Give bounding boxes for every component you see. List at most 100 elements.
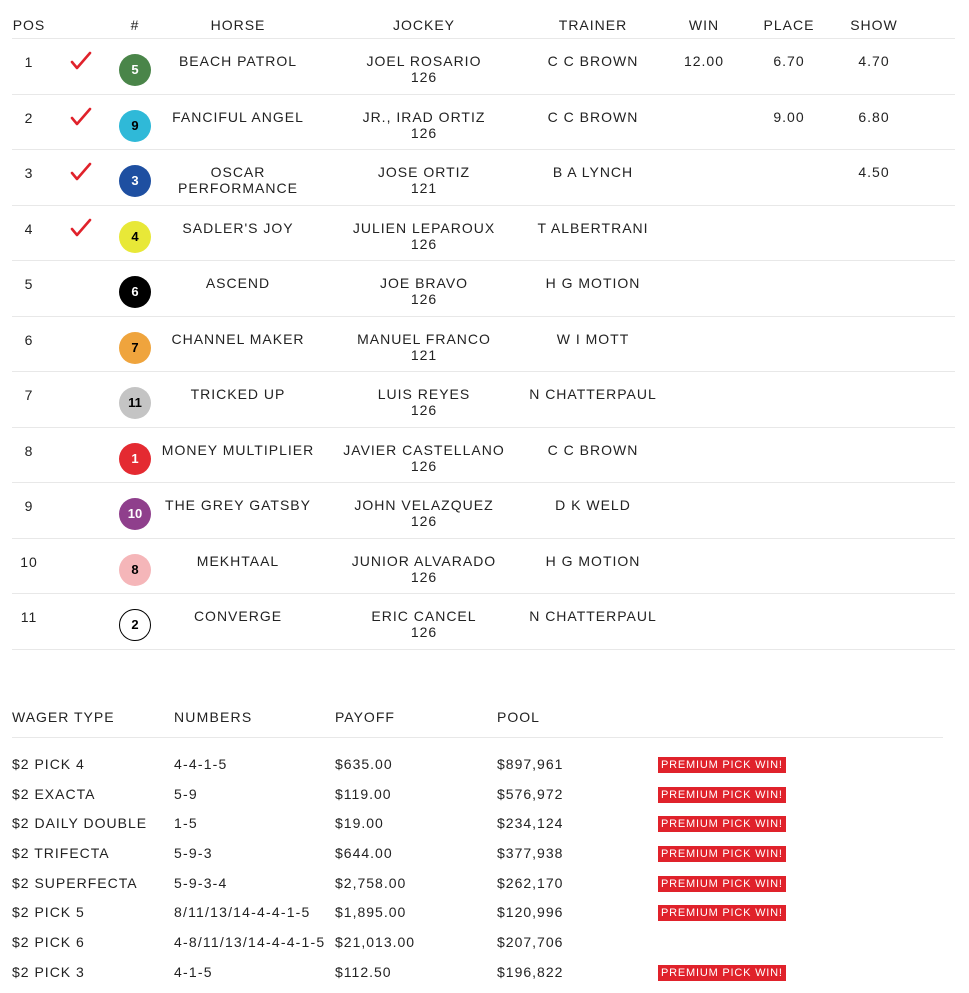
table-row[interactable]: 1 5 BEACH PATROL JOEL ROSARIO 126 C C BROWN 12… xyxy=(12,39,955,95)
premium-pick-badge[interactable]: PREMIUM PICK WIN! xyxy=(658,816,786,833)
horse-name[interactable]: FANCIFUL ANGEL xyxy=(154,95,322,125)
table-row[interactable]: 2 9 FANCIFUL ANGEL JR., IRAD ORTIZ 126 C C BR… xyxy=(12,95,955,150)
jockey-name[interactable]: MANUEL FRANCO xyxy=(322,331,526,347)
premium-pick-badge[interactable]: PREMIUM PICK WIN! xyxy=(658,964,786,981)
jockey-name[interactable]: LUIS REYES xyxy=(322,386,526,402)
jockey-cell: MANUEL FRANCO 121 xyxy=(322,317,526,363)
tag-cell: PREMIUM PICK WIN! xyxy=(658,874,943,892)
horse-name[interactable]: ASCEND xyxy=(154,261,322,291)
wager-numbers: 4-4-1-5 xyxy=(174,755,228,772)
jockey-name[interactable]: JOHN VELAZQUEZ xyxy=(322,497,526,513)
premium-pick-badge[interactable]: PREMIUM PICK WIN! xyxy=(658,756,786,773)
wager-header-row: WAGER TYPE NUMBERS PAYOFF POOL xyxy=(12,700,943,738)
wager-payouts-table: WAGER TYPE NUMBERS PAYOFF POOL $2 PICK 4… xyxy=(12,700,943,987)
jockey-cell: JAVIER CASTELLANO 126 xyxy=(322,428,526,474)
wager-row: $2 PICK 6 4-8/11/13/14-4-4-1-5 $21,013.00 $… xyxy=(12,927,943,957)
show-payout xyxy=(830,483,918,497)
table-row[interactable]: 11 2 CONVERGE ERIC CANCEL 126 N CHATTERPAUL xyxy=(12,594,955,650)
wager-payoff: $2,758.00 xyxy=(335,874,407,891)
jockey-name[interactable]: JOSE ORTIZ xyxy=(322,164,526,180)
wager-payoff: $119.00 xyxy=(335,785,392,802)
jockey-name[interactable]: JUNIOR ALVARADO xyxy=(322,553,526,569)
col-header-num[interactable]: # xyxy=(116,0,154,33)
check-cell xyxy=(46,39,116,71)
trainer-name[interactable]: C C BROWN xyxy=(526,428,660,458)
jockey-name[interactable]: JR., IRAD ORTIZ xyxy=(322,109,526,125)
table-row[interactable]: 5 6 ASCEND JOE BRAVO 126 H G MOTION xyxy=(12,261,955,317)
col-header-pos[interactable]: POS xyxy=(12,0,46,33)
col-header-win[interactable]: WIN xyxy=(660,0,748,33)
finish-position: 5 xyxy=(24,276,34,292)
table-row[interactable]: 3 3 OSCAR PERFORMANCE JOSE ORTIZ 121 B A LYNC… xyxy=(12,150,955,206)
col-header-payoff: PAYOFF xyxy=(335,709,395,725)
jockey-cell: JOSE ORTIZ 121 xyxy=(322,150,526,196)
horse-name[interactable]: OSCAR PERFORMANCE xyxy=(154,150,322,196)
horse-name[interactable]: THE GREY GATSBY xyxy=(154,483,322,513)
win-payout xyxy=(660,594,748,608)
trainer-name[interactable]: N CHATTERPAUL xyxy=(526,594,660,624)
wager-numbers: 1-5 xyxy=(174,815,198,832)
checkmark-icon xyxy=(46,162,116,182)
wager-body: $2 PICK 4 4-4-1-5 $635.00 $897,961 PREMIUM P… xyxy=(12,738,943,987)
col-header-place[interactable]: PLACE xyxy=(748,0,830,33)
jockey-name[interactable]: JAVIER CASTELLANO xyxy=(322,442,526,458)
table-row[interactable]: 8 1 MONEY MULTIPLIER JAVIER CASTELLANO 126 C … xyxy=(12,428,955,483)
jockey-weight: 126 xyxy=(410,235,438,252)
horse-name[interactable]: CONVERGE xyxy=(154,594,322,624)
trainer-name[interactable]: H G MOTION xyxy=(526,539,660,569)
trainer-name[interactable]: C C BROWN xyxy=(526,39,660,69)
jockey-weight: 126 xyxy=(410,457,438,474)
trainer-name[interactable]: B A LYNCH xyxy=(526,150,660,180)
saddle-cloth-badge: 7 xyxy=(119,331,151,364)
jockey-weight: 121 xyxy=(410,346,438,363)
jockey-cell: JR., IRAD ORTIZ 126 xyxy=(322,95,526,141)
win-payout xyxy=(660,261,748,275)
win-payout xyxy=(660,483,748,497)
wager-pool: $576,972 xyxy=(497,785,564,802)
horse-name[interactable]: CHANNEL MAKER xyxy=(154,317,322,347)
wager-payoff: $19.00 xyxy=(335,815,384,832)
saddle-cloth-badge: 3 xyxy=(119,165,151,197)
jockey-name[interactable]: ERIC CANCEL xyxy=(322,608,526,624)
program-number-cell: 7 xyxy=(116,317,154,364)
jockey-name[interactable]: JOE BRAVO xyxy=(322,275,526,291)
table-row[interactable]: 7 11 TRICKED UP LUIS REYES 126 N CHATTERPAUL xyxy=(12,372,955,428)
table-row[interactable]: 9 10 THE GREY GATSBY JOHN VELAZQUEZ 126 D K W… xyxy=(12,483,955,539)
trainer-name[interactable]: H G MOTION xyxy=(526,261,660,291)
finish-position: 10 xyxy=(20,553,38,570)
show-payout xyxy=(830,261,918,275)
col-header-horse[interactable]: HORSE xyxy=(154,0,322,33)
wager-type: $2 PICK 5 xyxy=(12,904,85,921)
premium-pick-badge[interactable]: PREMIUM PICK WIN! xyxy=(658,875,786,892)
horse-name[interactable]: MONEY MULTIPLIER xyxy=(154,428,322,458)
trainer-name[interactable]: C C BROWN xyxy=(526,95,660,125)
premium-pick-badge[interactable]: PREMIUM PICK WIN! xyxy=(658,786,786,803)
horse-name[interactable]: BEACH PATROL xyxy=(154,39,322,69)
jockey-name[interactable]: JOEL ROSARIO xyxy=(322,53,526,69)
check-cell xyxy=(46,594,116,606)
premium-pick-badge[interactable]: PREMIUM PICK WIN! xyxy=(658,845,786,862)
show-payout: 4.70 xyxy=(858,53,890,69)
table-row[interactable]: 6 7 CHANNEL MAKER MANUEL FRANCO 121 W I MOTT xyxy=(12,317,955,372)
trainer-name[interactable]: W I MOTT xyxy=(526,317,660,347)
check-cell xyxy=(46,372,116,384)
wager-pool: $377,938 xyxy=(497,844,564,861)
col-header-jockey[interactable]: JOCKEY xyxy=(322,0,526,33)
trainer-name[interactable]: T ALBERTRANI xyxy=(526,206,660,236)
race-results-table: POS # HORSE JOCKEY TRAINER WIN PLACE SHO… xyxy=(12,0,955,650)
trainer-name[interactable]: D K WELD xyxy=(526,483,660,513)
win-payout xyxy=(660,539,748,553)
jockey-name[interactable]: JULIEN LEPAROUX xyxy=(322,220,526,236)
col-header-trainer[interactable]: TRAINER xyxy=(526,0,660,33)
saddle-cloth-badge: 6 xyxy=(119,276,151,308)
table-row[interactable]: 10 8 MEKHTAAL JUNIOR ALVARADO 126 H G MOTION xyxy=(12,539,955,594)
horse-name[interactable]: MEKHTAAL xyxy=(154,539,322,569)
trainer-name[interactable]: N CHATTERPAUL xyxy=(526,372,660,402)
horse-name[interactable]: SADLER'S JOY xyxy=(154,206,322,236)
horse-name[interactable]: TRICKED UP xyxy=(154,372,322,402)
premium-pick-badge[interactable]: PREMIUM PICK WIN! xyxy=(658,905,786,922)
show-payout xyxy=(830,594,918,608)
table-row[interactable]: 4 4 SADLER'S JOY JULIEN LEPAROUX 126 T ALBERT… xyxy=(12,206,955,261)
saddle-cloth-badge: 8 xyxy=(119,553,151,586)
col-header-show[interactable]: SHOW xyxy=(830,0,918,33)
